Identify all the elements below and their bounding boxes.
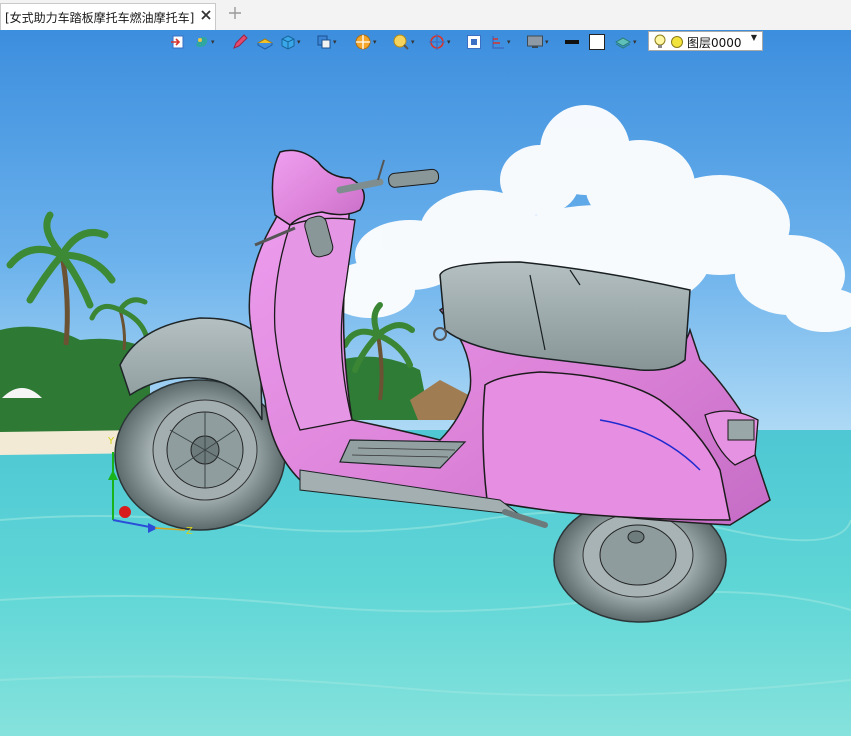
- solid-button[interactable]: ▾: [280, 32, 301, 52]
- layer-name: 图层0000: [687, 36, 742, 50]
- color-swatch-white[interactable]: [588, 32, 606, 52]
- fit-button[interactable]: [466, 32, 482, 52]
- layer-dropdown[interactable]: 图层0000 ▼: [648, 31, 763, 51]
- chevron-down-icon[interactable]: ▼: [751, 33, 757, 42]
- document-tab[interactable]: [女式助力车踏板摩托车燃油摩托车]: [0, 3, 216, 30]
- lightbulb-icon[interactable]: [653, 34, 667, 50]
- solid-icon: [281, 35, 295, 50]
- fill-color-icon: [589, 34, 605, 50]
- close-icon[interactable]: [199, 8, 213, 22]
- 3d-viewport[interactable]: Y Z: [0, 30, 851, 736]
- view-icon: [317, 35, 331, 49]
- tab-title: [女式助力车踏板摩托车燃油摩托车]: [5, 11, 195, 25]
- line-color-icon: [565, 40, 579, 44]
- layer-manager-icon: [614, 37, 632, 49]
- color-swatch-black[interactable]: [564, 32, 580, 52]
- import-button[interactable]: [170, 32, 186, 52]
- svg-text:Z: Z: [186, 526, 193, 537]
- view-button[interactable]: ▾: [316, 32, 337, 52]
- zoom-icon: [393, 34, 409, 50]
- import-icon: [171, 35, 184, 49]
- layer-manager-button[interactable]: ▾: [614, 32, 637, 52]
- measure-button[interactable]: ▾: [490, 32, 511, 52]
- layer-color-icon: [671, 36, 683, 48]
- scene[interactable]: Y Z: [0, 30, 851, 736]
- svg-text:Y: Y: [107, 436, 115, 447]
- sketch-button[interactable]: [232, 32, 248, 52]
- tail-light-lens: [727, 419, 755, 441]
- render-mode-icon: [196, 37, 208, 47]
- section-icon: [355, 34, 371, 50]
- pen-icon: [233, 34, 248, 49]
- render-mode-button[interactable]: ▾: [194, 32, 215, 52]
- display-button[interactable]: ▾: [526, 32, 549, 52]
- fit-icon: [467, 35, 481, 49]
- tab-bar: [女式助力车踏板摩托车燃油摩托车]: [0, 0, 851, 31]
- zoom-button[interactable]: ▾: [392, 32, 415, 52]
- section-button[interactable]: ▾: [354, 32, 377, 52]
- material-icon: [256, 38, 274, 50]
- orient-button[interactable]: ▾: [428, 32, 451, 52]
- plus-icon[interactable]: [228, 6, 242, 20]
- view-toolbar: ▾ ▾ ▾ ▾ ▾ ▾ ▾ ▾ ▾ 图层0000 ▼: [168, 30, 768, 53]
- measure-icon: [492, 36, 504, 49]
- orient-icon: [429, 34, 445, 50]
- display-icon: [527, 35, 543, 48]
- material-button[interactable]: [256, 32, 274, 52]
